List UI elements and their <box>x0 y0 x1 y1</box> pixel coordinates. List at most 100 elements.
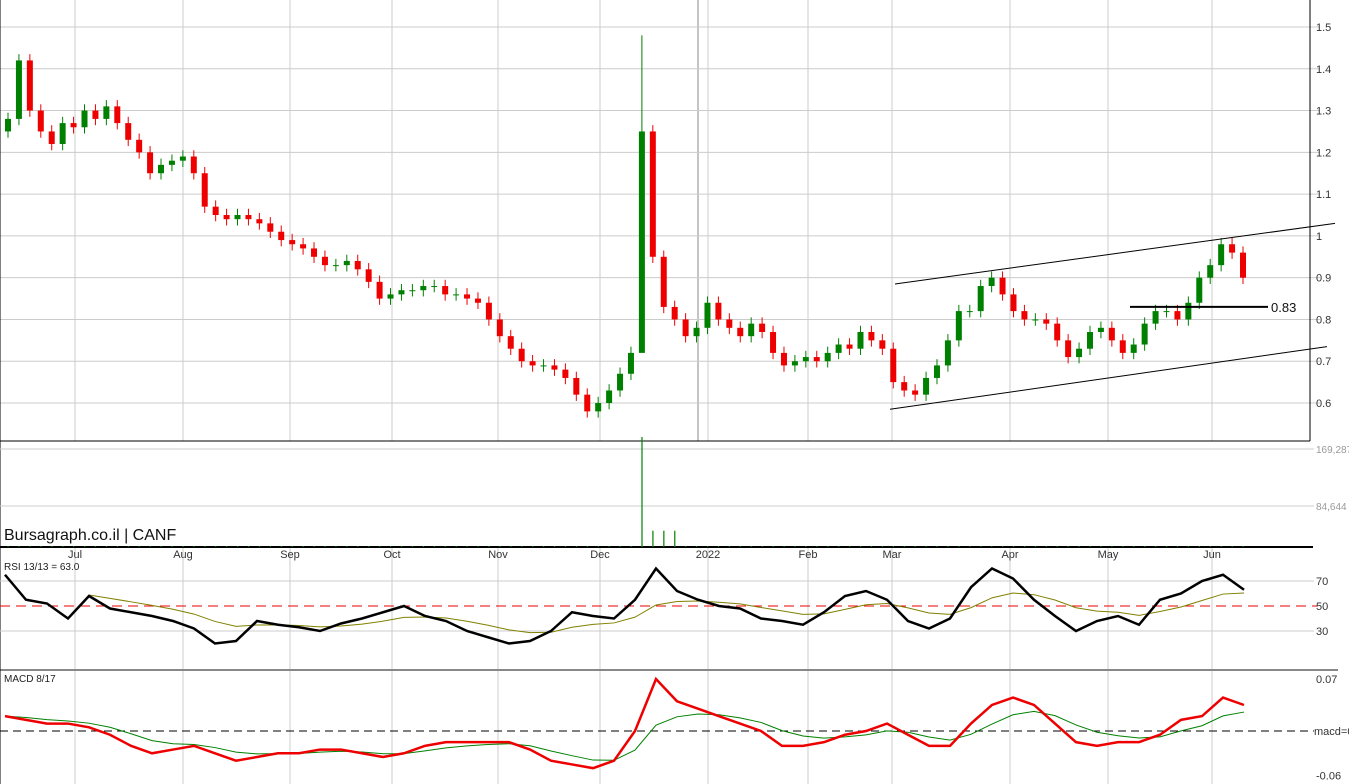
volume-bar <box>1078 546 1080 547</box>
volume-bar <box>127 546 129 547</box>
volume-bar <box>597 546 599 547</box>
candle-down <box>114 106 121 124</box>
volume-bar <box>193 546 195 547</box>
rsi-tick-label: 50 <box>1316 601 1328 613</box>
volume-bar <box>674 530 676 547</box>
volume-bar <box>717 546 720 547</box>
candle-down <box>267 223 274 232</box>
candle-down <box>256 219 263 224</box>
volume-bar <box>258 546 261 547</box>
volume-bar <box>466 546 468 547</box>
candle-down <box>879 340 886 349</box>
volume-bar <box>400 546 403 547</box>
volume-bar <box>1100 546 1102 547</box>
candle-down <box>912 390 919 395</box>
volume-bar <box>138 546 140 547</box>
stock-chart: 1.5 1.4 1.3 1.2 1.1 1 0.9 0.8 0.7 0.6 Jul Aug Sep Oct… <box>0 0 1349 784</box>
macd-tick-label: 0.07 <box>1316 674 1337 686</box>
candle-down <box>485 302 492 320</box>
volume-bar <box>739 546 741 547</box>
price-tick-label: 1.4 <box>1316 64 1331 76</box>
candle-up <box>606 390 613 404</box>
candle-up <box>332 265 339 267</box>
candle-up <box>1185 302 1192 320</box>
volume-bar <box>477 546 479 547</box>
candle-up <box>343 260 350 266</box>
volume-bar <box>433 546 435 547</box>
macd-signal-line <box>4 710 1245 761</box>
volume-bar <box>641 437 643 547</box>
volume-bar <box>728 546 731 547</box>
candle-down <box>518 348 525 362</box>
volume-bar <box>1231 546 1233 547</box>
candle-down <box>136 139 143 153</box>
candle-down <box>737 327 744 337</box>
volume-bar <box>1111 546 1113 547</box>
candle-up <box>1130 344 1137 353</box>
candle-up <box>103 106 110 119</box>
candle-down <box>649 131 656 257</box>
price-tick-label: 1.1 <box>1316 189 1331 201</box>
volume-bar <box>116 546 118 547</box>
month-label: Mar <box>883 549 902 561</box>
candle-down <box>474 298 481 303</box>
candle-up <box>179 156 186 161</box>
volume-bar <box>182 546 184 547</box>
candle-up <box>955 311 962 341</box>
candle-up <box>1076 348 1083 358</box>
candle-up <box>977 286 984 312</box>
candle-up <box>1141 323 1148 345</box>
macd-tick-label: macd=0 <box>1314 726 1349 738</box>
volume-bar <box>280 546 282 547</box>
candle-down <box>37 110 44 132</box>
volume-bar <box>1242 546 1244 547</box>
month-label: Aug <box>173 549 193 561</box>
volume-tick-label: 169,287 <box>1316 445 1349 456</box>
candle-down <box>26 60 33 111</box>
price-tick-label: 1 <box>1316 231 1322 243</box>
candle-down <box>311 248 318 257</box>
volume-bar <box>226 546 228 547</box>
volume-bar <box>543 546 545 547</box>
candle-down <box>715 302 722 320</box>
volume-bar <box>324 546 326 547</box>
candle-down <box>1119 340 1126 353</box>
candle-up <box>158 164 165 174</box>
volume-bar <box>685 546 687 547</box>
candle-down <box>48 131 55 144</box>
volume-bar <box>302 546 304 547</box>
candle-up <box>398 290 405 295</box>
candle-down <box>890 348 897 383</box>
month-label: Feb <box>799 549 818 561</box>
chart-brand-title: Bursagraph.co.il | CANF <box>4 527 177 545</box>
volume-bar <box>586 546 588 547</box>
candle-down <box>365 269 372 282</box>
volume-bar <box>892 546 894 547</box>
price-tick-label: 0.8 <box>1316 314 1331 326</box>
volume-bar <box>379 546 381 547</box>
candle-down <box>551 365 558 370</box>
candle-up <box>933 365 940 378</box>
candle-up <box>1086 331 1093 349</box>
volume-bar <box>346 546 348 547</box>
volume-bar <box>1144 546 1146 547</box>
candle-down <box>354 260 361 270</box>
candle-down <box>682 319 689 337</box>
price-tick-label: 0.7 <box>1316 356 1331 368</box>
volume-bar <box>510 546 512 547</box>
volume-bar <box>29 546 31 547</box>
volume-bar <box>827 546 829 547</box>
volume-bar <box>368 546 370 547</box>
macd-tick-label: -0.06 <box>1316 771 1341 783</box>
candle-up <box>988 277 995 287</box>
volume-bar <box>925 546 927 547</box>
volume-bar <box>215 546 217 547</box>
candle-down <box>1021 311 1028 320</box>
candle-up <box>420 286 427 291</box>
volume-bar <box>980 546 982 547</box>
candle-down <box>147 152 154 174</box>
volume-bar <box>1056 546 1058 547</box>
volume-bar <box>1187 546 1190 547</box>
volume-bar <box>105 546 108 547</box>
volume-bar <box>1045 546 1047 547</box>
